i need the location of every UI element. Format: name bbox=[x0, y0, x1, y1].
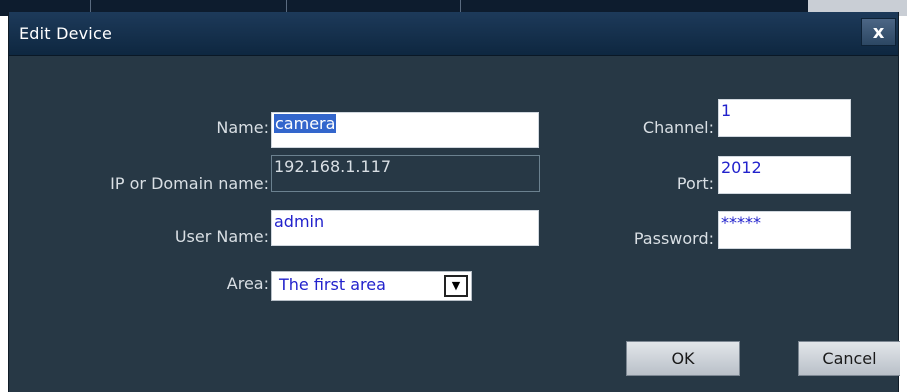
ip-value: 192.168.1.117 bbox=[274, 157, 392, 176]
edit-device-dialog: Edit Device x Name: camera IP or Domain … bbox=[8, 12, 900, 392]
password-field[interactable]: ***** bbox=[718, 211, 851, 249]
dialog-titlebar[interactable]: Edit Device x bbox=[9, 12, 898, 56]
background-divider bbox=[90, 0, 91, 12]
username-field[interactable]: admin bbox=[271, 210, 539, 246]
name-field[interactable]: camera bbox=[271, 112, 539, 148]
cancel-button[interactable]: Cancel bbox=[798, 341, 900, 376]
dropdown-arrow-icon[interactable]: ▼ bbox=[444, 275, 468, 297]
area-dropdown[interactable]: The first area ▼ bbox=[271, 271, 472, 301]
background-divider bbox=[286, 0, 287, 12]
channel-label: Channel: bbox=[642, 118, 714, 137]
close-button[interactable]: x bbox=[861, 18, 896, 46]
password-label: Password: bbox=[633, 229, 714, 248]
channel-field[interactable]: 1 bbox=[718, 99, 851, 137]
screen: Edit Device x Name: camera IP or Domain … bbox=[0, 0, 907, 392]
name-value: camera bbox=[274, 114, 337, 133]
background-divider bbox=[460, 0, 461, 12]
area-value: The first area bbox=[279, 275, 386, 294]
name-label: Name: bbox=[216, 118, 269, 137]
port-field[interactable]: 2012 bbox=[718, 156, 851, 194]
ok-button[interactable]: OK bbox=[626, 341, 740, 376]
port-value: 2012 bbox=[721, 158, 762, 177]
area-label: Area: bbox=[226, 274, 269, 293]
password-value: ***** bbox=[721, 213, 761, 232]
ip-field[interactable]: 192.168.1.117 bbox=[271, 155, 540, 192]
username-value: admin bbox=[274, 212, 325, 231]
close-icon: x bbox=[872, 21, 885, 43]
username-label: User Name: bbox=[174, 227, 269, 246]
port-label: Port: bbox=[676, 174, 714, 193]
ip-label: IP or Domain name: bbox=[110, 174, 269, 193]
dialog-title: Edit Device bbox=[19, 24, 112, 43]
channel-value: 1 bbox=[721, 101, 732, 120]
